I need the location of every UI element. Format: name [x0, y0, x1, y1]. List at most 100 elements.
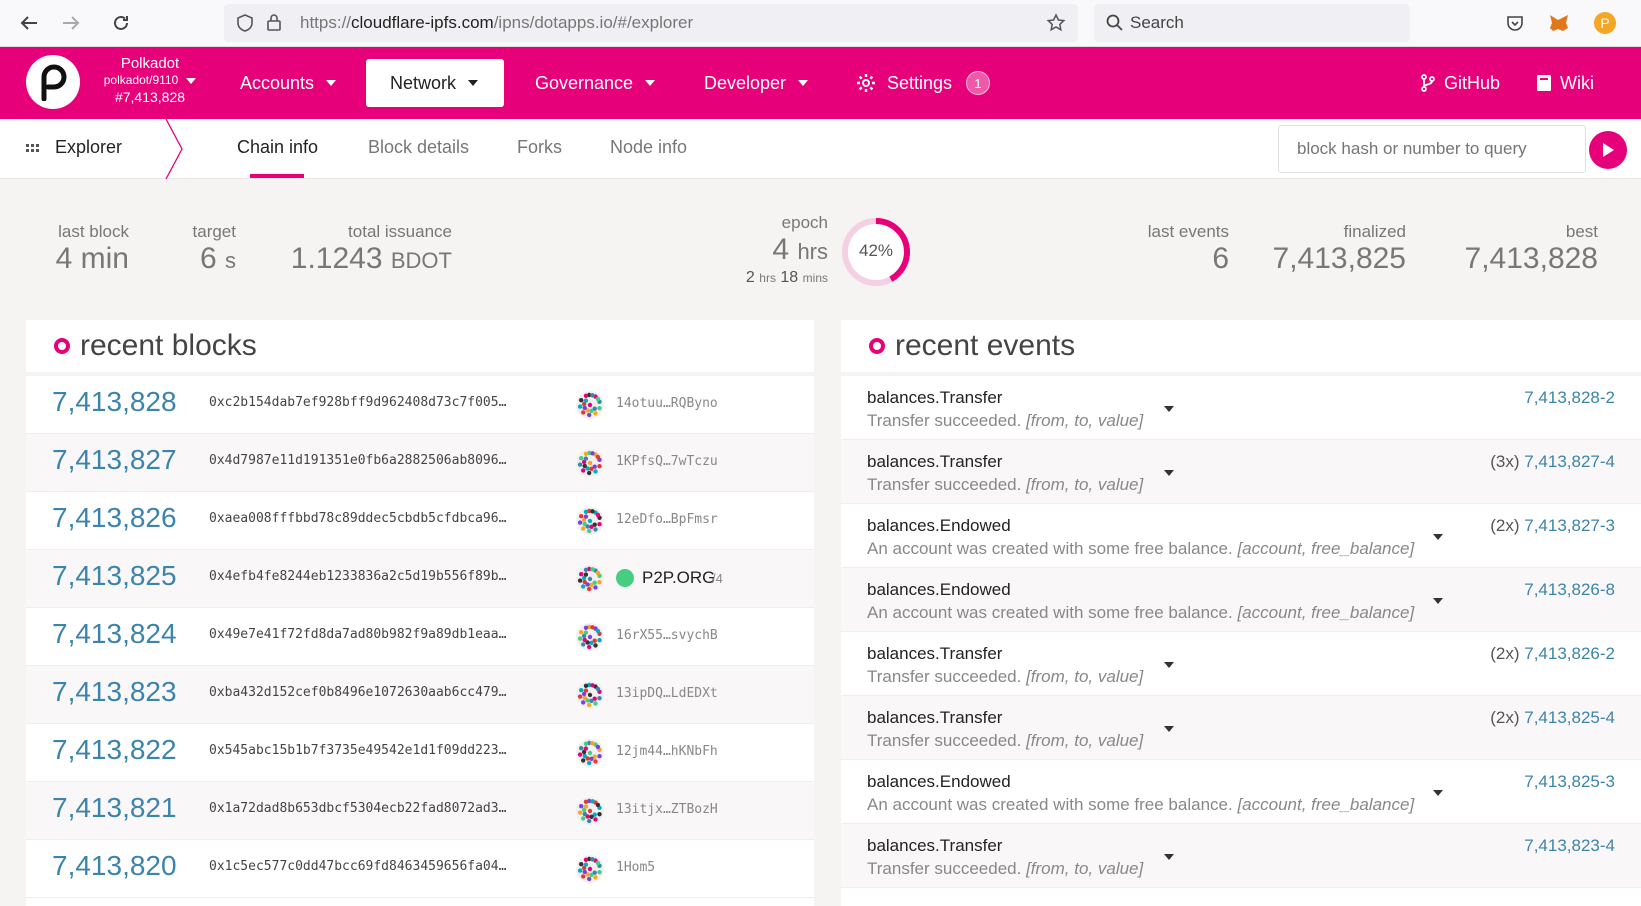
block-author[interactable]: P2P.ORG	[642, 568, 715, 588]
recent-events-panel: recent events balances.Transfer Transfer…	[841, 320, 1641, 906]
block-number-link[interactable]: 7,413,828	[52, 386, 177, 418]
chevron-down-icon[interactable]	[1164, 406, 1174, 412]
chain-selector[interactable]: Polkadot polkadot/9110 #7,413,828	[90, 55, 210, 106]
block-author[interactable]: 1Hom5	[616, 860, 655, 875]
event-block-link[interactable]: 7,413,827-3	[1524, 516, 1615, 535]
menu-governance[interactable]: Governance	[535, 59, 656, 107]
back-arrow-icon[interactable]	[14, 8, 44, 38]
event-description: Transfer succeeded. [from, to, value]	[867, 859, 1144, 878]
search-icon	[1106, 14, 1123, 31]
menu-github[interactable]: GitHub	[1420, 59, 1500, 107]
shield-icon[interactable]	[236, 14, 254, 32]
last-block-label: last block	[58, 222, 129, 241]
event-block-link[interactable]: 7,413,826-2	[1524, 644, 1615, 663]
event-block-link[interactable]: 7,413,823-4	[1524, 836, 1615, 855]
query-submit-button[interactable]	[1589, 131, 1627, 169]
epoch-progress-ring: 42%	[840, 216, 912, 288]
event-description: An account was created with some free ba…	[867, 539, 1415, 558]
url-text[interactable]: https://cloudflare-ipfs.com/ipns/dotapps…	[300, 13, 693, 33]
identicon-icon[interactable]	[576, 565, 604, 593]
browser-search[interactable]: Search	[1094, 4, 1410, 42]
menu-accounts[interactable]: Accounts	[240, 59, 337, 107]
lock-icon[interactable]	[266, 13, 282, 31]
identicon-icon[interactable]	[576, 623, 604, 651]
active-tab-indicator	[250, 174, 304, 178]
block-number-link[interactable]: 7,413,827	[52, 444, 177, 476]
finalized-label: finalized	[1343, 222, 1406, 241]
block-number-link[interactable]: 7,413,825	[52, 560, 177, 592]
recent-blocks-header: recent blocks	[26, 320, 814, 376]
stat-last-events: last events 6	[1148, 222, 1229, 276]
chevron-down-icon[interactable]	[1164, 662, 1174, 668]
url-bar[interactable]: https://cloudflare-ipfs.com/ipns/dotapps…	[224, 4, 1078, 42]
recent-blocks-panel: recent blocks 7,413,828 0xc2b154dab7ef92…	[26, 320, 814, 906]
tab-forks[interactable]: Forks	[517, 137, 562, 158]
event-row[interactable]: balances.Transfer Transfer succeeded. [f…	[841, 440, 1641, 504]
metamask-icon[interactable]	[1548, 12, 1570, 34]
block-author[interactable]: 12jm44…hKNbFh	[616, 744, 718, 759]
extension-icon[interactable]: P	[1594, 12, 1616, 34]
event-block-link[interactable]: 7,413,827-4	[1524, 452, 1615, 471]
identicon-icon[interactable]	[576, 681, 604, 709]
block-author[interactable]: 1KPfsQ…7wTczu	[616, 454, 718, 469]
menu-developer[interactable]: Developer	[704, 59, 809, 107]
chevron-down-icon[interactable]	[1433, 598, 1443, 604]
star-icon[interactable]	[1046, 13, 1066, 33]
event-row[interactable]: balances.Transfer Transfer succeeded. [f…	[841, 696, 1641, 760]
chevron-down-icon[interactable]	[1164, 854, 1174, 860]
chevron-separator	[165, 119, 183, 179]
chevron-down-icon[interactable]	[1164, 470, 1174, 476]
block-number-link[interactable]: 7,413,820	[52, 850, 177, 882]
pocket-icon[interactable]	[1505, 13, 1525, 33]
block-author[interactable]: 13itjx…ZTBozH	[616, 802, 718, 817]
last-events-value: 6	[1212, 242, 1229, 275]
explorer-section[interactable]: Explorer	[26, 137, 122, 158]
chevron-down-icon[interactable]	[1164, 726, 1174, 732]
block-number-link[interactable]: 7,413,822	[52, 734, 177, 766]
identicon-icon[interactable]	[576, 391, 604, 419]
event-row[interactable]: balances.Transfer Transfer succeeded. [f…	[841, 632, 1641, 696]
event-block-link[interactable]: 7,413,828-2	[1524, 388, 1615, 407]
event-name: balances.Transfer	[867, 836, 1003, 855]
menu-network[interactable]: Network	[366, 59, 504, 107]
menu-wiki[interactable]: Wiki	[1536, 59, 1594, 107]
event-row[interactable]: balances.Transfer Transfer succeeded. [f…	[841, 376, 1641, 440]
sub-navigation: Explorer Chain info Block details Forks …	[0, 119, 1641, 179]
identicon-icon[interactable]	[576, 739, 604, 767]
event-name: balances.Endowed	[867, 516, 1011, 535]
chevron-down-icon[interactable]	[1433, 534, 1443, 540]
identicon-icon[interactable]	[576, 855, 604, 883]
tab-node-info[interactable]: Node info	[610, 137, 687, 158]
event-row[interactable]: balances.Endowed An account was created …	[841, 760, 1641, 824]
book-icon	[1537, 75, 1551, 91]
event-block-link[interactable]: 7,413,825-4	[1524, 708, 1615, 727]
block-number-link[interactable]: 7,413,824	[52, 618, 177, 650]
identicon-icon[interactable]	[576, 449, 604, 477]
issuance-value: 1.1243 BDOT	[290, 242, 452, 275]
event-block-link[interactable]: 7,413,825-3	[1524, 772, 1615, 791]
block-number-link[interactable]: 7,413,823	[52, 676, 177, 708]
polkadot-logo[interactable]	[26, 55, 80, 109]
block-query-input[interactable]	[1278, 125, 1586, 173]
block-author[interactable]: 16rX55…svychB	[616, 628, 718, 643]
forward-arrow-icon[interactable]	[56, 8, 86, 38]
block-author[interactable]: 14otuu…RQByno	[616, 396, 718, 411]
block-number-link[interactable]: 7,413,821	[52, 792, 177, 824]
block-author[interactable]: 12eDfo…BpFmsr	[616, 512, 718, 527]
block-number-link[interactable]: 7,413,826	[52, 502, 177, 534]
tab-chain-info[interactable]: Chain info	[237, 137, 318, 158]
event-block-link[interactable]: 7,413,826-8	[1524, 580, 1615, 599]
best-label: best	[1565, 222, 1598, 241]
block-author[interactable]: 13ipDQ…LdEDXt	[616, 686, 718, 701]
event-row[interactable]: balances.Endowed An account was created …	[841, 568, 1641, 632]
menu-settings[interactable]: Settings 1	[855, 59, 991, 107]
identicon-icon[interactable]	[576, 507, 604, 535]
reload-icon[interactable]	[106, 8, 136, 38]
event-row[interactable]: balances.Endowed An account was created …	[841, 504, 1641, 568]
tab-block-details[interactable]: Block details	[368, 137, 469, 158]
block-row: 7,413,828 0xc2b154dab7ef928bff9d962408d7…	[26, 376, 814, 434]
identicon-icon[interactable]	[576, 797, 604, 825]
settings-badge: 1	[966, 71, 991, 95]
event-row[interactable]: balances.Transfer Transfer succeeded. [f…	[841, 824, 1641, 888]
chevron-down-icon[interactable]	[1433, 790, 1443, 796]
